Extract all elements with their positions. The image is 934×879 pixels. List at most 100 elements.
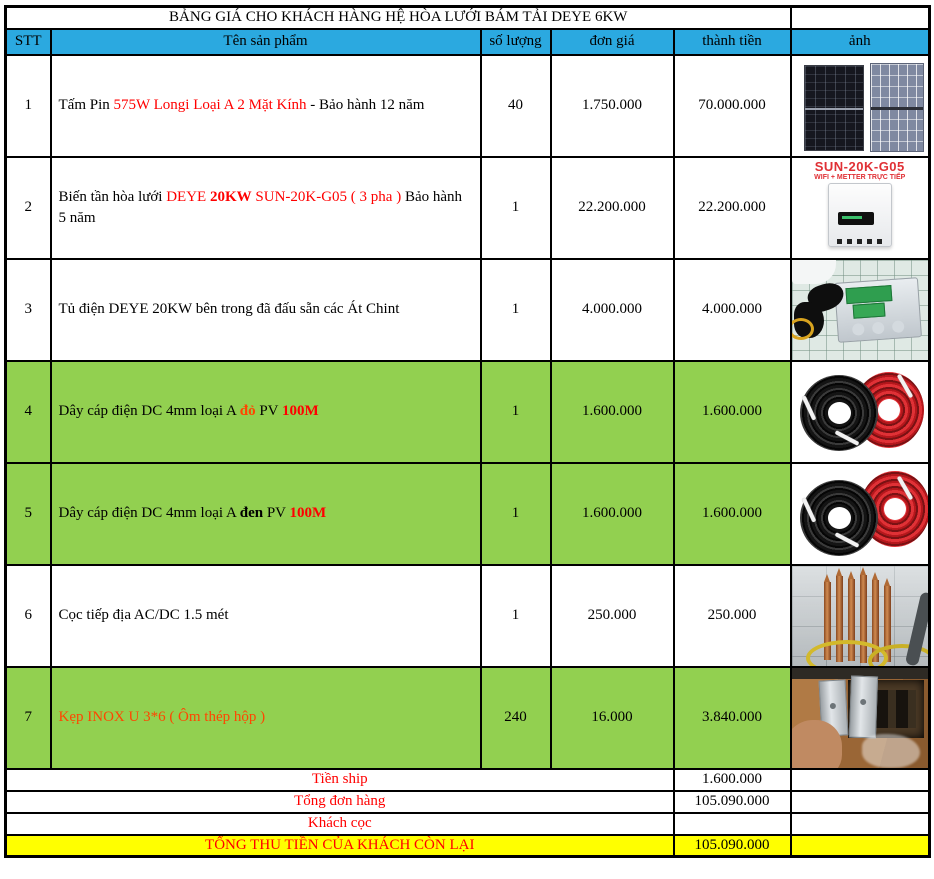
page-title: BẢNG GIÁ CHO KHÁCH HÀNG HỆ HÒA LƯỚI BÁM …	[4, 5, 792, 30]
inverter-ports	[836, 238, 883, 244]
summary-row: Tiền ship 1.600.000	[4, 767, 931, 792]
product-name-part: đen	[239, 505, 264, 522]
product-image-cell	[789, 257, 931, 362]
hand	[792, 719, 842, 767]
summary-total: 105.090.000	[672, 833, 792, 858]
copper-grounding-rods-image	[792, 566, 928, 665]
product-name-part: Kẹp INOX U 3*6 ( Ôm thép hộp )	[58, 709, 266, 726]
table-row: 5 Dây cáp điện DC 4mm loại A đen PV 100M 1…	[4, 461, 931, 566]
column-header-product: Tên sản phẩm	[49, 27, 482, 56]
summary-image-cell	[789, 789, 931, 814]
summary-row: Tổng đơn hàng 105.090.000	[4, 789, 931, 814]
product-name-part: Dây cáp điện DC 4mm loại A	[58, 403, 240, 420]
table-row: 6 Cọc tiếp địa AC/DC 1.5 mét 1 250.000 250.0…	[4, 563, 931, 668]
solar-panels-image	[792, 56, 928, 155]
product-name-part: DEYE	[166, 189, 210, 206]
summary-image-cell	[789, 811, 931, 836]
product-unit-price: 1.600.000	[549, 359, 675, 464]
product-image-cell	[789, 563, 931, 668]
column-header-image: ảnh	[789, 27, 931, 56]
black-red-cable-coils-image	[792, 464, 928, 563]
product-name-part: 100M	[289, 505, 327, 522]
product-total: 70.000.000	[672, 53, 792, 158]
product-name: Tấm Pin 575W Longi Loại A 2 Mặt Kính - B…	[49, 53, 482, 158]
solar-panel-light	[869, 62, 924, 152]
product-name-part: PV	[255, 403, 282, 420]
red-black-cable-coils-image	[792, 362, 928, 461]
column-header-stt: STT	[4, 27, 52, 56]
summary-image-cell	[789, 767, 931, 792]
product-name-part: Biến tần hòa lưới	[58, 189, 167, 206]
product-name: Dây cáp điện DC 4mm loại A đen PV 100M	[49, 461, 482, 566]
summary-row: TỔNG THU TIỀN CỦA KHÁCH CÒN LẠI 105.090.0…	[4, 833, 931, 858]
product-name-part: Tủ điện DEYE 20KW bên trong đã đấu sẵn c…	[58, 301, 400, 318]
inverter-body	[827, 182, 892, 247]
product-name: Biến tần hòa lưới DEYE 20KW SUN-20K-G05 …	[49, 155, 482, 260]
product-name-part: đỏ	[239, 403, 256, 420]
summary-total: 105.090.000	[672, 789, 792, 814]
product-name-part: 20KW	[209, 189, 252, 206]
header-row: STT Tên sản phẩm số lượng đơn giá thành …	[4, 27, 931, 56]
inox-clamp-image	[792, 668, 928, 767]
product-name-part: SUN-20K-G05 ( 3 pha )	[251, 189, 405, 206]
column-header-total: thành tiền	[672, 27, 792, 56]
table-row: 3 Tủ điện DEYE 20KW bên trong đã đấu sẵn …	[4, 257, 931, 362]
product-name-part: 575W Longi Loại A 2 Mặt Kính	[113, 97, 307, 114]
row-index: 4	[4, 359, 52, 464]
product-total: 4.000.000	[672, 257, 792, 362]
column-header-unit-price: đơn giá	[549, 27, 675, 56]
inverter-subtitle-label: WIFI + METTER TRỰC TIẾP	[814, 173, 906, 181]
product-name: Tủ điện DEYE 20KW bên trong đã đấu sẵn c…	[49, 257, 482, 362]
table-row: 1 Tấm Pin 575W Longi Loại A 2 Mặt Kính - …	[4, 53, 931, 158]
row-index: 5	[4, 461, 52, 566]
summary-image-cell	[789, 833, 931, 858]
product-rows: 1 Tấm Pin 575W Longi Loại A 2 Mặt Kính - …	[4, 53, 931, 770]
row-index: 7	[4, 665, 52, 770]
summary-label: Tổng đơn hàng	[4, 789, 675, 814]
summary-total: 1.600.000	[672, 767, 792, 792]
inverter-model-label: SUN-20K-G05	[814, 158, 905, 174]
product-name: Cọc tiếp địa AC/DC 1.5 mét	[49, 563, 482, 668]
product-image-cell	[789, 665, 931, 770]
product-qty: 1	[479, 257, 552, 362]
product-name: Kẹp INOX U 3*6 ( Ôm thép hộp )	[49, 665, 482, 770]
product-image-cell	[789, 359, 931, 464]
row-index: 2	[4, 155, 52, 260]
product-unit-price: 1.750.000	[549, 53, 675, 158]
title-row-empty-cell	[789, 5, 931, 30]
product-image-cell	[789, 461, 931, 566]
column-header-qty: số lượng	[479, 27, 552, 56]
product-name: Dây cáp điện DC 4mm loại A đỏ PV 100M	[49, 359, 482, 464]
product-image-cell	[789, 53, 931, 158]
product-total: 1.600.000	[672, 359, 792, 464]
product-image-cell: SUN-20K-G05 WIFI + METTER TRỰC TIẾP	[789, 155, 931, 260]
summary-label: TỔNG THU TIỀN CỦA KHÁCH CÒN LẠI	[4, 833, 675, 858]
price-table: BẢNG GIÁ CHO KHÁCH HÀNG HỆ HÒA LƯỚI BÁM …	[4, 5, 931, 858]
product-total: 3.840.000	[672, 665, 792, 770]
inverter-image: SUN-20K-G05 WIFI + METTER TRỰC TIẾP	[792, 158, 928, 257]
solar-panel-dark	[803, 64, 864, 151]
product-unit-price: 4.000.000	[549, 257, 675, 362]
product-name-part: Dây cáp điện DC 4mm loại A	[58, 505, 240, 522]
summary-label: Tiền ship	[4, 767, 675, 792]
product-qty: 240	[479, 665, 552, 770]
summary-label: Khách cọc	[4, 811, 675, 836]
product-name-part: Cọc tiếp địa AC/DC 1.5 mét	[58, 607, 229, 624]
product-unit-price: 22.200.000	[549, 155, 675, 260]
product-qty: 40	[479, 53, 552, 158]
product-name-part: 100M	[281, 403, 319, 420]
product-name-part: PV	[263, 505, 290, 522]
summary-row: Khách cọc	[4, 811, 931, 836]
title-row: BẢNG GIÁ CHO KHÁCH HÀNG HỆ HÒA LƯỚI BÁM …	[4, 5, 931, 30]
product-qty: 1	[479, 461, 552, 566]
row-index: 1	[4, 53, 52, 158]
inverter-screen	[837, 211, 874, 225]
product-total: 1.600.000	[672, 461, 792, 566]
product-total: 250.000	[672, 563, 792, 668]
table-row: 7 Kẹp INOX U 3*6 ( Ôm thép hộp ) 240 16.000…	[4, 665, 931, 770]
product-unit-price: 250.000	[549, 563, 675, 668]
table-row: 4 Dây cáp điện DC 4mm loại A đỏ PV 100M 1 1…	[4, 359, 931, 464]
product-qty: 1	[479, 563, 552, 668]
product-qty: 1	[479, 155, 552, 260]
summary-total	[672, 811, 792, 836]
